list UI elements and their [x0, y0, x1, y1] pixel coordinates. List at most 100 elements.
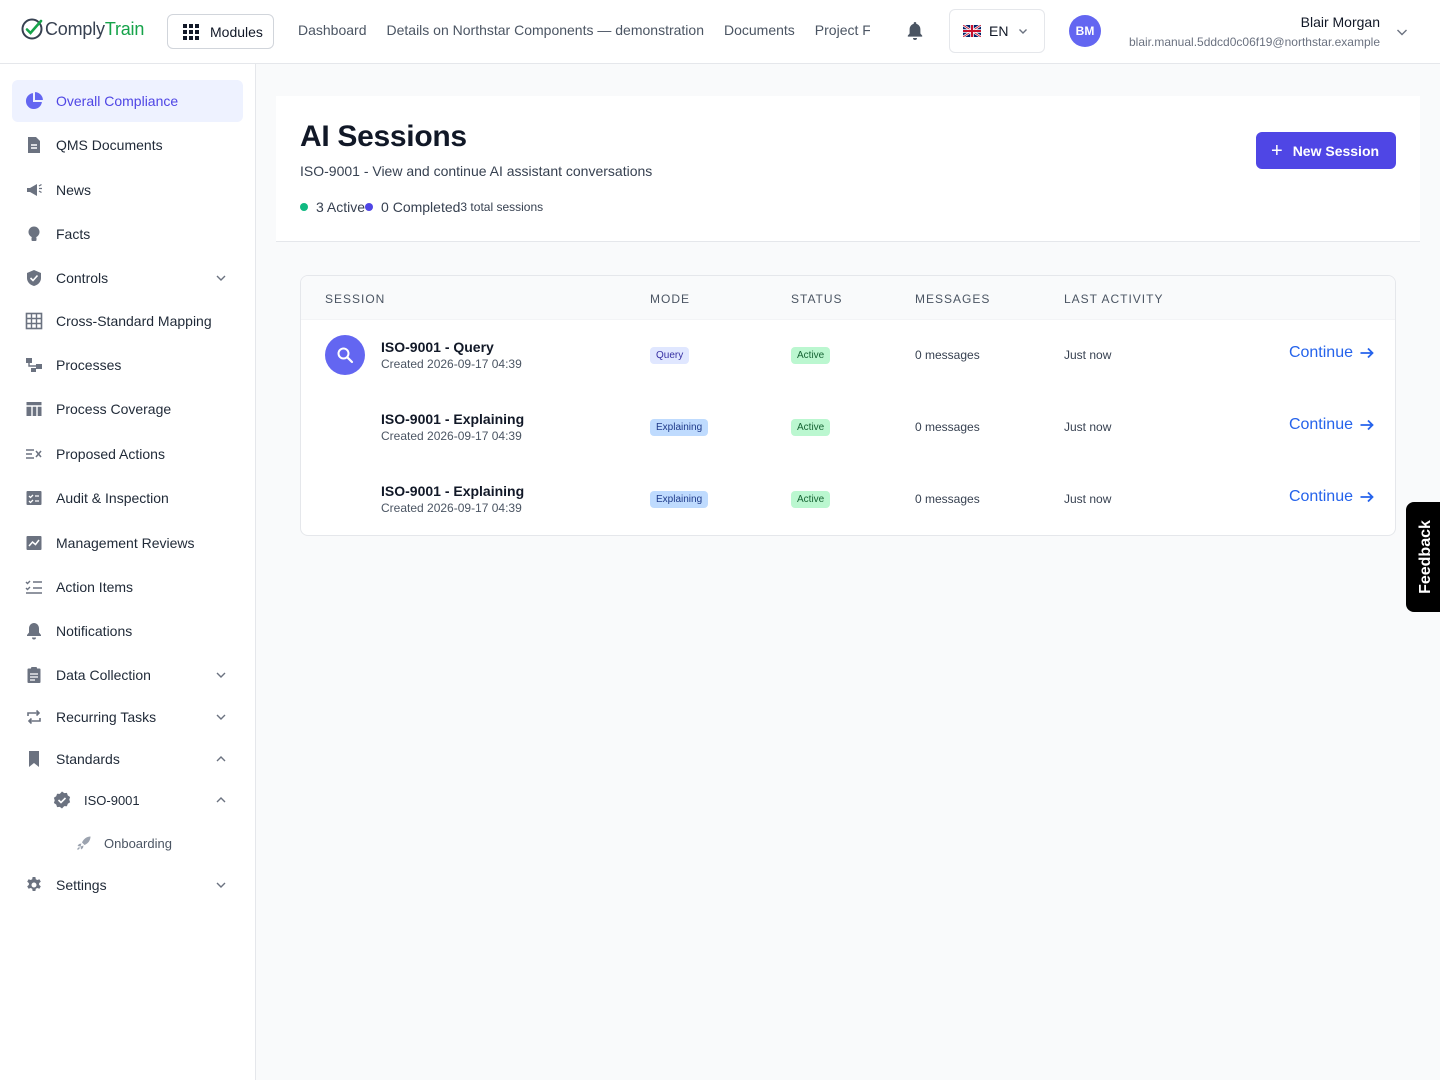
sidebar-item-label: ISO-9001 [84, 792, 140, 808]
repeat-icon [24, 707, 44, 727]
feedback-label: Feedback [1417, 520, 1434, 594]
sidebar-item-standards[interactable]: Standards [12, 738, 243, 780]
chevron-up-icon [216, 797, 226, 803]
sidebar-item-label: Controls [56, 270, 109, 286]
session-created: Created 2026-09-17 04:39 [381, 429, 522, 443]
message-count: 0 messages [915, 420, 980, 434]
chart-line-icon [24, 533, 44, 553]
session-title: ISO-9001 - Explaining [381, 483, 525, 499]
sidebar-item-controls[interactable]: Controls [12, 257, 243, 299]
sidebar-item-label: Proposed Actions [56, 446, 165, 462]
sidebar-item-label: Settings [56, 877, 107, 893]
column-header-messages: Messages [915, 292, 991, 306]
gear-icon [24, 875, 44, 895]
nav-details[interactable]: Details on Northstar Components — demons… [387, 22, 704, 38]
chevron-down-icon [216, 672, 226, 678]
table-header: Session Mode Status Messages Last Activi… [301, 276, 1395, 320]
avatar[interactable]: BM [1069, 15, 1101, 47]
last-activity: Just now [1064, 420, 1112, 434]
sidebar-item-action-items[interactable]: Action Items [12, 566, 243, 608]
session-created: Created 2026-09-17 04:39 [381, 501, 522, 515]
sidebar-item-cross-standard-mapping[interactable]: Cross-Standard Mapping [12, 300, 243, 342]
sidebar-item-qms-documents[interactable]: QMS Documents [12, 124, 243, 166]
sidebar-item-overall-compliance[interactable]: Overall Compliance [12, 80, 243, 122]
lightbulb-icon [24, 224, 44, 244]
sidebar-item-processes[interactable]: Processes [12, 344, 243, 386]
sidebar-item-label: News [56, 182, 92, 198]
table-grid-icon [24, 311, 44, 331]
mode-badge: Explaining [650, 419, 709, 436]
new-session-button[interactable]: + New Session [1256, 132, 1396, 169]
sidebar-item-onboarding[interactable]: Onboarding [64, 823, 243, 863]
chevron-up-icon [216, 756, 226, 762]
session-stats: 3 Active 0 Completed 3 total sessions [300, 199, 543, 215]
shield-icon [24, 268, 44, 288]
continue-label: Continue [1288, 488, 1353, 505]
table-row[interactable]: ISO-9001 - Query Created 2026-09-17 04:3… [301, 319, 1395, 391]
app-logo[interactable]: Comply Train [20, 17, 144, 41]
sidebar-item-iso-9001[interactable]: ISO-9001 [40, 780, 243, 820]
uk-flag-icon [963, 25, 981, 37]
continue-label: Continue [1288, 416, 1353, 433]
status-badge: Active [791, 347, 831, 364]
sidebar-item-label: Action Items [56, 579, 134, 595]
table-row[interactable]: ISO-9001 - Explaining Created 2026-09-17… [301, 391, 1395, 463]
rocket-icon [77, 836, 91, 850]
status-badge: Active [791, 491, 831, 508]
continue-button[interactable]: Continue [1289, 344, 1375, 362]
pie-chart-icon [24, 91, 44, 111]
top-bar: Comply Train Modules Dashboard Details on… [0, 0, 1440, 64]
sidebar-item-label: Overall Compliance [56, 93, 179, 109]
page-title: AI Sessions [300, 120, 467, 153]
sidebar-item-recurring-tasks[interactable]: Recurring Tasks [12, 696, 243, 738]
mode-badge: Explaining [650, 491, 709, 508]
language-label: EN [989, 23, 1009, 39]
bell-icon[interactable] [906, 21, 924, 41]
session-title: ISO-9001 - Explaining [381, 411, 525, 427]
process-icon [24, 355, 44, 375]
sidebar-item-settings[interactable]: Settings [12, 864, 243, 906]
coverage-table-icon [24, 399, 44, 419]
total-sessions: 3 total sessions [460, 200, 544, 214]
sidebar-item-label: Cross-Standard Mapping [56, 313, 212, 329]
chevron-down-icon [216, 275, 226, 281]
clipboard-icon [24, 665, 44, 685]
megaphone-icon [24, 180, 44, 200]
list-x-icon [24, 444, 44, 464]
sidebar-item-notifications[interactable]: Notifications [12, 610, 243, 652]
feedback-tab[interactable]: Feedback [1406, 502, 1440, 612]
user-menu-chevron-icon[interactable] [1396, 26, 1408, 38]
sidebar-item-label: Notifications [56, 623, 133, 639]
sidebar-item-process-coverage[interactable]: Process Coverage [12, 388, 243, 430]
modules-button[interactable]: Modules [167, 14, 274, 49]
new-session-label: New Session [1292, 142, 1380, 159]
sidebar-item-label: Process Coverage [56, 401, 172, 417]
nav-documents[interactable]: Documents [724, 22, 795, 38]
sessions-table: Session Mode Status Messages Last Activi… [300, 275, 1396, 536]
completed-count: 0 Completed [381, 199, 461, 215]
sidebar-item-facts[interactable]: Facts [12, 213, 243, 255]
sidebar-item-data-collection[interactable]: Data Collection [12, 654, 243, 696]
language-selector[interactable]: EN [949, 9, 1045, 53]
sidebar-item-audit-inspection[interactable]: Audit & Inspection [12, 477, 243, 519]
sidebar-item-label: Data Collection [56, 667, 151, 683]
nav-dashboard[interactable]: Dashboard [298, 22, 367, 38]
continue-button[interactable]: Continue [1289, 416, 1375, 434]
sidebar: Overall Compliance QMS Documents News Fa… [0, 64, 256, 1080]
continue-label: Continue [1288, 344, 1353, 361]
arrow-right-icon [1360, 347, 1374, 359]
page-header: AI Sessions ISO-9001 - View and continue… [276, 96, 1420, 242]
chevron-down-icon [216, 882, 226, 888]
sidebar-item-label: Audit & Inspection [56, 490, 169, 506]
continue-button[interactable]: Continue [1289, 488, 1375, 506]
check-list-icon [24, 577, 44, 597]
nav-project[interactable]: Project F [815, 22, 870, 38]
table-row[interactable]: ISO-9001 - Explaining Created 2026-09-17… [301, 463, 1395, 535]
user-name[interactable]: Blair Morgan [1301, 14, 1380, 30]
sidebar-item-label: Recurring Tasks [56, 709, 157, 725]
sidebar-item-news[interactable]: News [12, 169, 243, 211]
sidebar-item-management-reviews[interactable]: Management Reviews [12, 522, 243, 564]
sidebar-item-proposed-actions[interactable]: Proposed Actions [12, 433, 243, 475]
page-subtitle: ISO-9001 - View and continue AI assistan… [300, 163, 653, 179]
chevron-down-icon [216, 714, 226, 720]
